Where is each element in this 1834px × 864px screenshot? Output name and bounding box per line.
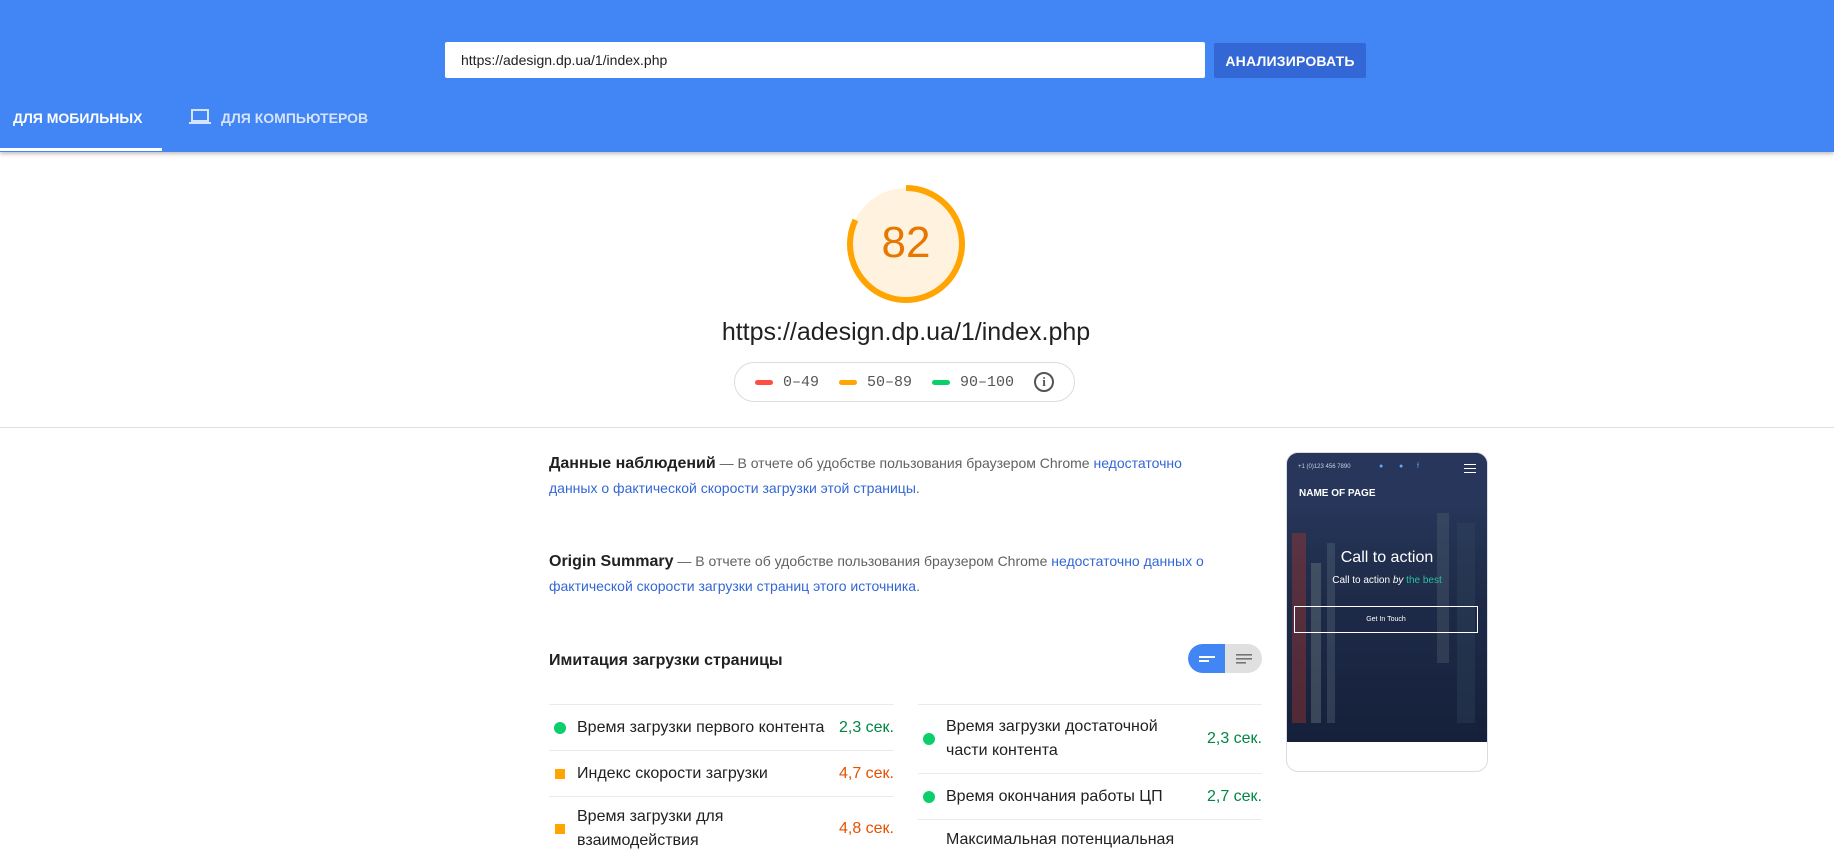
metrics-column-left: Время загрузки первого контента 2,3 сек.… — [549, 704, 894, 861]
metric-value: 2,7 сек. — [1206, 787, 1262, 805]
average-status-icon — [555, 824, 565, 834]
legend-item-average: 50–89 — [839, 374, 912, 391]
detailed-view-button[interactable] — [1225, 644, 1262, 673]
screenshot-cta-button: Get In Touch — [1294, 606, 1478, 633]
twitter-icon: ● — [1379, 463, 1384, 470]
performance-score: 82 — [881, 218, 931, 267]
screenshot-screen: +1 (0)123 456 7890 ● ● f NAME OF PAGE Ca… — [1287, 453, 1487, 742]
screenshot-page-name: NAME OF PAGE — [1299, 488, 1376, 499]
lab-data-title: Имитация загрузки страницы — [549, 652, 783, 669]
field-data-end: . — [915, 480, 920, 496]
metric-row: Время загрузки для взаимодействия 4,8 се… — [549, 796, 894, 861]
screenshot-cta-title: Call to action — [1340, 549, 1434, 566]
cta-sub-text: Call to action — [1332, 575, 1393, 586]
metric-value: 4,7 сек. — [838, 764, 894, 782]
field-data-text: — В отчете об удобстве пользования брауз… — [715, 455, 1094, 471]
url-input[interactable] — [445, 42, 1205, 78]
metric-value: 2,3 сек. — [838, 718, 894, 736]
section-divider — [0, 427, 1834, 428]
legend-swatch-average — [839, 379, 858, 385]
legend-item-fail: 0–49 — [755, 374, 819, 391]
origin-summary-title: Origin Summary — [549, 553, 674, 570]
field-data-title: Данные наблюдений — [549, 455, 716, 472]
legend-label-fail: 0–49 — [783, 373, 820, 391]
metric-row: Время загрузки достаточной части контент… — [918, 704, 1262, 773]
metric-label: Индекс скорости загрузки — [577, 764, 768, 782]
detailed-view-icon — [1235, 653, 1252, 664]
metric-row: Максимальная потенциальная — [918, 819, 1262, 864]
metrics-column-right: Время загрузки достаточной части контент… — [918, 704, 1262, 864]
metric-row: Время окончания работы ЦП 2,7 сек. — [918, 773, 1262, 819]
analyzed-url: https://adesign.dp.ua/1/index.php — [721, 318, 1091, 346]
view-toggle[interactable] — [1188, 644, 1262, 673]
screenshot-cta-subtitle: Call to action by the best — [1287, 575, 1487, 586]
tab-desktop[interactable]: ДЛЯ КОМПЬЮТЕРОВ — [189, 109, 369, 152]
pass-status-icon — [923, 790, 935, 803]
cta-sub-em: by — [1392, 575, 1404, 586]
legend-swatch-pass — [932, 379, 951, 385]
legend-swatch-fail — [755, 379, 773, 385]
metric-value: 2,3 сек. — [1206, 730, 1262, 747]
laptop-icon — [189, 109, 211, 124]
metric-row: Время загрузки первого контента 2,3 сек. — [549, 704, 894, 750]
origin-summary-text: — В отчете об удобстве пользования брауз… — [673, 553, 1052, 569]
page-screenshot-thumbnail: +1 (0)123 456 7890 ● ● f NAME OF PAGE Ca… — [1286, 452, 1488, 772]
menu-icon — [1464, 464, 1476, 476]
cta-sub-best: the best — [1403, 575, 1442, 586]
tab-mobile[interactable]: ДЛЯ МОБИЛЬНЫХ — [13, 110, 142, 152]
analyze-button[interactable]: АНАЛИЗИРОВАТЬ — [1214, 43, 1366, 78]
metric-label: Время загрузки первого контента — [577, 718, 825, 736]
header-bar: АНАЛИЗИРОВАТЬ ДЛЯ МОБИЛЬНЫХ ДЛЯ КОМПЬЮТЕ… — [0, 0, 1834, 152]
average-status-icon — [555, 768, 565, 779]
metric-value: 4,8 сек. — [838, 820, 894, 837]
metric-label: Максимальная потенциальная — [946, 831, 1175, 848]
score-legend: 0–49 50–89 90–100 i — [734, 362, 1075, 402]
origin-summary-section: Origin Summary — В отчете об удобстве по… — [549, 549, 1209, 599]
metric-row: Индекс скорости загрузки 4,7 сек. — [549, 750, 894, 796]
compact-view-icon — [1198, 655, 1215, 662]
pass-status-icon — [923, 733, 935, 745]
screenshot-phone-number: +1 (0)123 456 7890 — [1298, 464, 1351, 470]
skype-icon: ● — [1399, 463, 1404, 470]
facebook-icon: f — [1417, 463, 1419, 470]
metric-label: Время загрузки достаточной части контент… — [946, 718, 1158, 759]
legend-label-pass: 90–100 — [960, 373, 1015, 391]
legend-item-pass: 90–100 — [932, 374, 1014, 391]
pass-status-icon — [554, 721, 566, 734]
active-tab-indicator — [0, 148, 162, 151]
metric-label: Время загрузки для взаимодействия — [577, 808, 724, 849]
metric-label: Время окончания работы ЦП — [946, 787, 1163, 805]
tab-mobile-label: ДЛЯ МОБИЛЬНЫХ — [13, 110, 143, 126]
compact-view-button[interactable] — [1188, 644, 1225, 673]
info-icon[interactable]: i — [1034, 372, 1055, 392]
origin-summary-end: . — [916, 578, 920, 594]
field-data-section: Данные наблюдений — В отчете об удобстве… — [549, 451, 1199, 501]
legend-label-average: 50–89 — [867, 373, 913, 391]
tab-desktop-label: ДЛЯ КОМПЬЮТЕРОВ — [221, 110, 369, 126]
